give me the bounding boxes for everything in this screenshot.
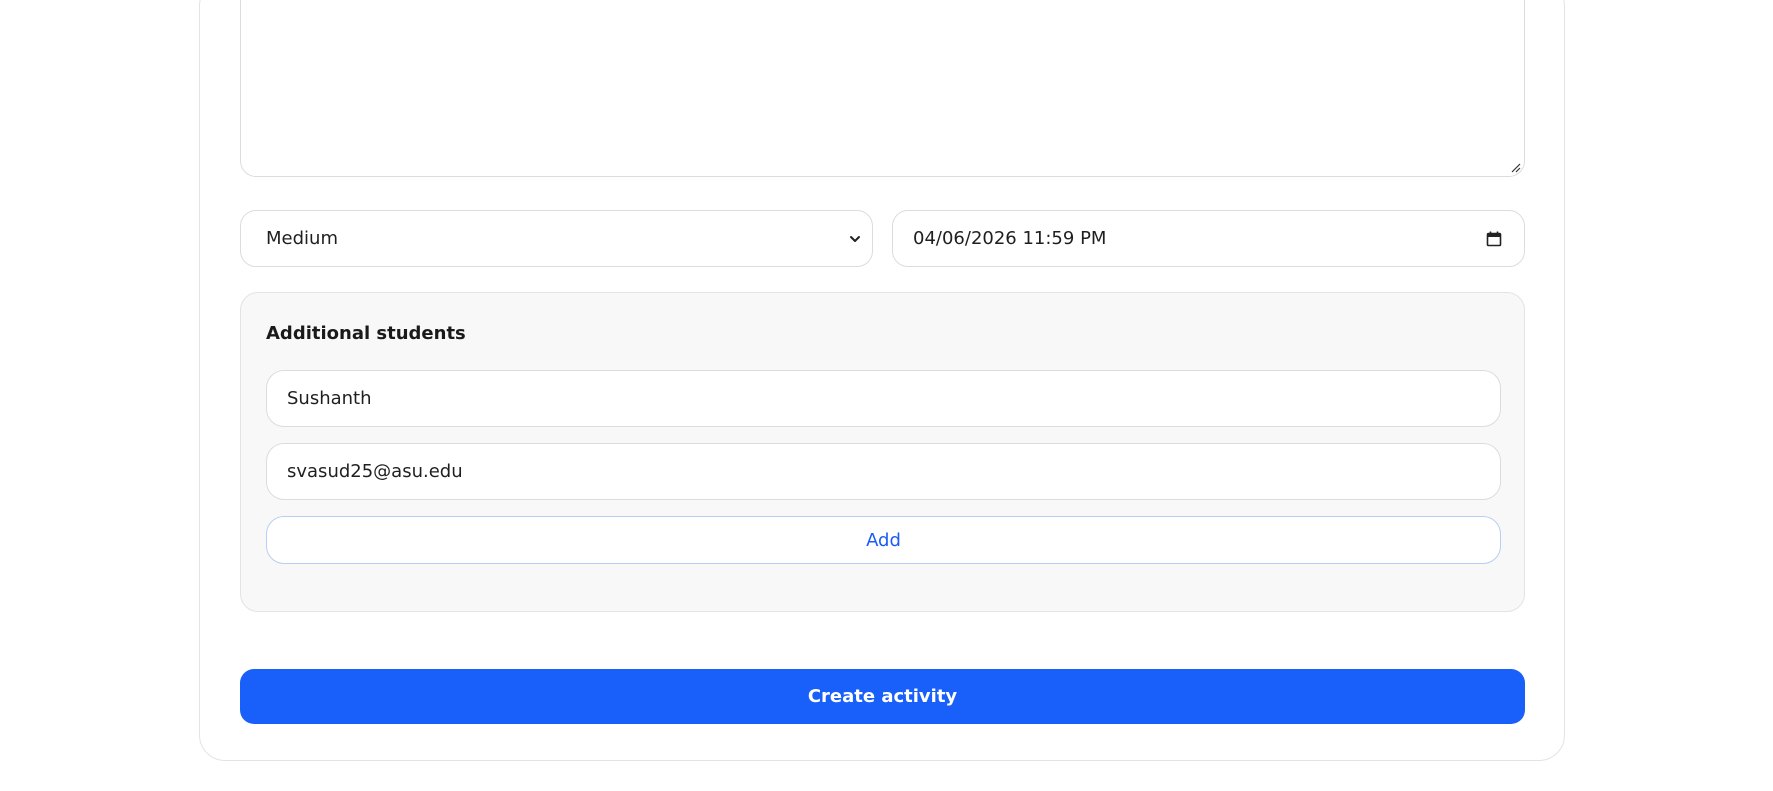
- priority-value: Medium: [266, 228, 338, 249]
- student-email-value: svasud25@asu.edu: [287, 461, 463, 482]
- resize-handle-icon[interactable]: [1511, 163, 1521, 173]
- additional-students-title: Additional students: [266, 323, 466, 344]
- additional-students-panel: Additional students Sushanth svasud25@as…: [240, 292, 1525, 612]
- create-activity-card: Medium 04/06/2026 11:59 PM Additional st…: [199, 0, 1565, 761]
- due-date-value: 04/06/2026 11:59 PM: [913, 228, 1107, 249]
- student-name-value: Sushanth: [287, 388, 372, 409]
- add-student-button[interactable]: Add: [266, 516, 1501, 564]
- due-date-input[interactable]: 04/06/2026 11:59 PM: [892, 210, 1525, 267]
- create-activity-button[interactable]: Create activity: [240, 669, 1525, 724]
- priority-select[interactable]: Medium: [240, 210, 873, 267]
- calendar-icon[interactable]: [1486, 231, 1502, 247]
- student-name-input[interactable]: Sushanth: [266, 370, 1501, 427]
- description-textarea[interactable]: [240, 0, 1525, 177]
- chevron-down-icon: [850, 235, 860, 242]
- student-email-input[interactable]: svasud25@asu.edu: [266, 443, 1501, 500]
